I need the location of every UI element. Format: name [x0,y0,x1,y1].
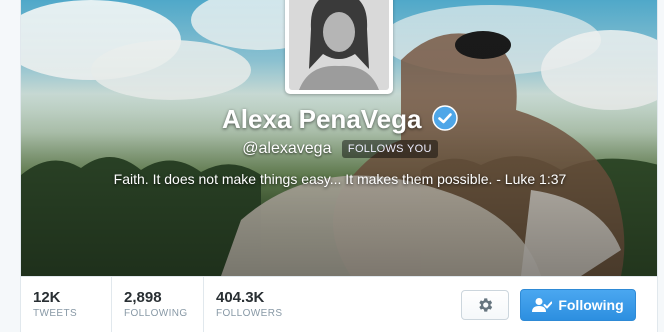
gear-icon [479,298,493,312]
stat-tweets-label: TWEETS [33,308,78,319]
profile-name-row: Alexa PenaVega [21,104,657,135]
settings-dropdown-button[interactable] [461,290,509,320]
profile-card: Alexa PenaVega @alexavega FOLLOWS YOU Fa… [20,0,658,332]
profile-bio: Faith. It does not make things easy... I… [113,171,567,187]
stat-tweets[interactable]: 12K TWEETS [21,277,111,332]
following-button[interactable]: Following [520,289,636,321]
stat-followers-value: 404.3K [216,289,265,306]
user-check-icon [532,298,553,312]
stat-tweets-value: 12K [33,289,61,306]
profile-avatar[interactable] [285,0,393,94]
profile-frame: Alexa PenaVega @alexavega FOLLOWS YOU Fa… [0,0,664,332]
profile-handle: @alexavega [242,140,332,157]
stat-followers[interactable]: 404.3K FOLLOWERS [203,277,303,332]
profile-handle-row: @alexavega FOLLOWS YOU [21,140,657,158]
stat-following-value: 2,898 [124,289,162,306]
stat-following[interactable]: 2,898 FOLLOWING [111,277,203,332]
following-button-label: Following [558,297,624,313]
follows-you-badge: FOLLOWS YOU [341,140,438,158]
verified-badge-icon [432,104,458,131]
stat-following-label: FOLLOWING [124,308,188,319]
profile-name: Alexa PenaVega [222,104,422,134]
stat-followers-label: FOLLOWERS [216,308,283,319]
